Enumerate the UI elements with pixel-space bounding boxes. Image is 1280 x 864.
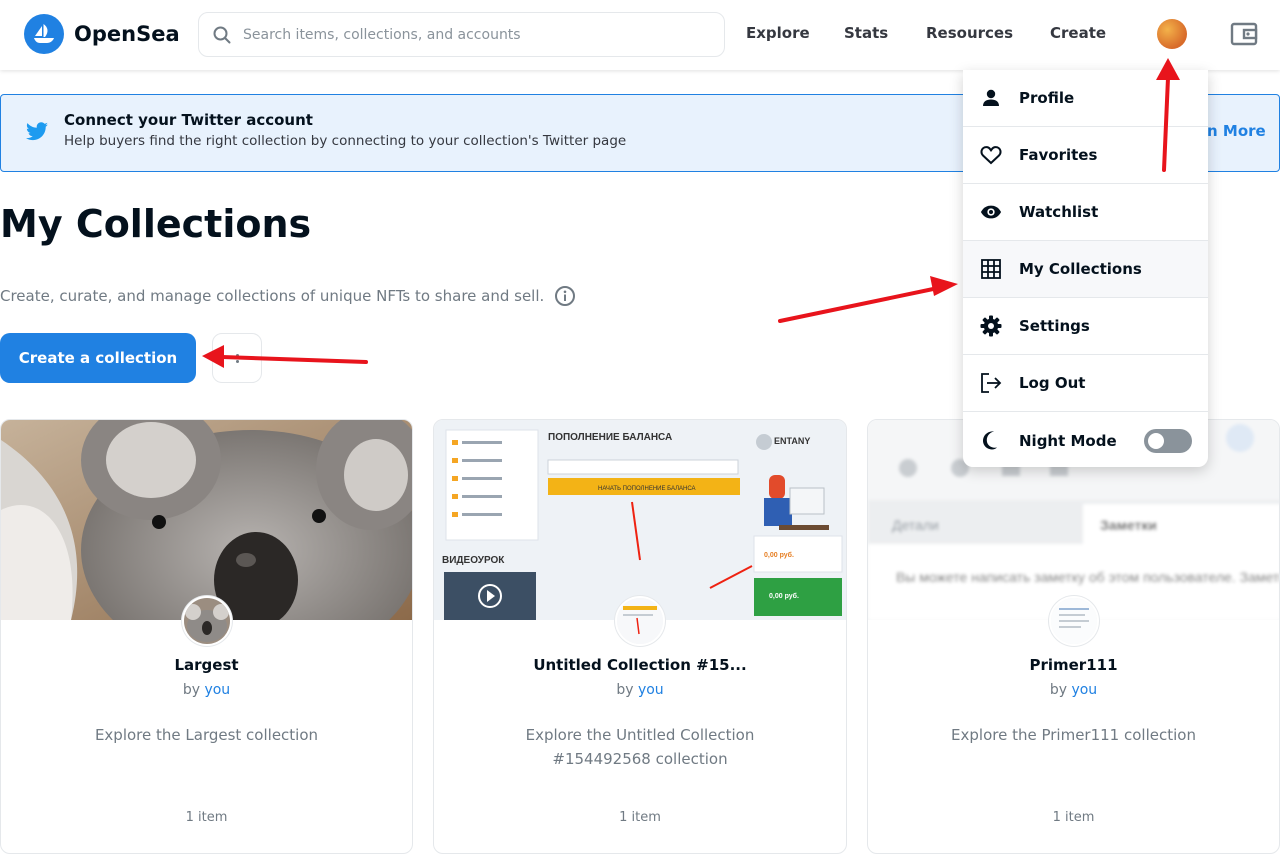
eye-icon <box>980 201 1002 223</box>
banner-learn-more-link[interactable]: n More <box>1207 122 1266 140</box>
menu-item-night-mode[interactable]: Night Mode <box>963 412 1208 467</box>
collection-owner-prefix: by <box>616 682 634 698</box>
brand-name: OpenSea <box>74 22 180 46</box>
banner-tab-text: Детали <box>892 517 939 533</box>
more-options-icon <box>235 353 239 357</box>
top-header: OpenSea Explore Stats Resources Create <box>0 0 1280 70</box>
night-mode-toggle[interactable] <box>1144 429 1192 453</box>
collection-card[interactable]: Детали Заметки Вы можете написать заметк… <box>867 419 1280 854</box>
wallet-icon[interactable] <box>1230 20 1258 52</box>
collection-owner: by you <box>1 682 412 698</box>
collection-name: Primer111 <box>1029 656 1118 674</box>
menu-item-label: Log Out <box>1019 374 1086 392</box>
page-subtitle: Create, curate, and manage collections o… <box>0 285 576 307</box>
collection-description: Explore the Untitled Collection #1544925… <box>525 726 755 768</box>
collection-avatar <box>615 596 665 646</box>
banner-user-text: ENTANY <box>774 436 810 446</box>
banner-balance-text: 0,00 руб. <box>764 551 794 559</box>
account-dropdown-menu: Profile Favorites Watchlist My Collectio… <box>963 70 1208 467</box>
search-icon <box>213 26 231 43</box>
collection-banner-image: ПОПОЛНЕНИЕ БАЛАНСА НАЧАТЬ ПОПОЛНЕНИЕ БАЛ… <box>434 420 846 620</box>
collection-item-count: 1 item <box>1052 810 1095 825</box>
collection-item-count: 1 item <box>185 810 228 825</box>
page-subtitle-text: Create, curate, and manage collections o… <box>0 287 545 305</box>
menu-item-favorites[interactable]: Favorites <box>963 127 1208 184</box>
twitter-icon <box>25 122 49 146</box>
collection-avatar <box>182 596 232 646</box>
collection-banner-image <box>1 420 412 620</box>
menu-item-settings[interactable]: Settings <box>963 298 1208 355</box>
banner-body-text: Вы можете написать заметку об этом польз… <box>896 569 1279 585</box>
menu-item-label: My Collections <box>1019 260 1142 278</box>
menu-item-my-collections[interactable]: My Collections <box>963 241 1208 298</box>
collection-card[interactable]: ПОПОЛНЕНИЕ БАЛАНСА НАЧАТЬ ПОПОЛНЕНИЕ БАЛ… <box>433 419 847 854</box>
info-icon[interactable] <box>554 285 576 307</box>
collection-owner: by you <box>868 682 1279 698</box>
collection-description: Explore the Largest collection <box>94 726 319 744</box>
more-options-dot <box>235 359 239 363</box>
banner-button-text: НАЧАТЬ ПОПОЛНЕНИЕ БАЛАНСА <box>598 486 696 492</box>
nav-stats[interactable]: Stats <box>844 24 888 42</box>
more-options-button[interactable] <box>212 333 262 383</box>
banner-balance-2-text: 0,00 руб. <box>769 592 799 600</box>
menu-item-watchlist[interactable]: Watchlist <box>963 184 1208 241</box>
search-input[interactable] <box>243 26 683 43</box>
banner-tab-2-text: Заметки <box>1100 517 1157 533</box>
collection-owner-link[interactable]: you <box>204 682 230 698</box>
banner-video-text: ВИДЕОУРОК <box>442 555 505 566</box>
menu-item-label: Night Mode <box>1019 431 1117 450</box>
banner-title: Connect your Twitter account <box>64 111 313 129</box>
banner-text: Help buyers find the right collection by… <box>64 133 627 149</box>
gear-icon <box>980 315 1002 337</box>
search-bar[interactable] <box>198 12 725 57</box>
opensea-logo[interactable]: OpenSea <box>24 14 180 54</box>
logout-icon <box>980 372 1002 394</box>
collection-owner: by you <box>434 682 846 698</box>
collection-card[interactable]: Largest by you Explore the Largest colle… <box>0 419 413 854</box>
collection-item-count: 1 item <box>619 810 661 825</box>
menu-item-profile[interactable]: Profile <box>963 70 1208 127</box>
person-icon <box>980 87 1002 109</box>
moon-icon <box>980 429 1002 451</box>
menu-item-label: Watchlist <box>1019 203 1099 221</box>
collection-owner-link[interactable]: you <box>1071 682 1097 698</box>
user-avatar[interactable] <box>1157 19 1187 49</box>
collection-owner-link[interactable]: you <box>638 682 664 698</box>
collection-description: Explore the Primer111 collection <box>951 726 1196 744</box>
collection-avatar <box>1049 596 1099 646</box>
menu-item-label: Profile <box>1019 89 1075 107</box>
heart-icon <box>980 144 1002 166</box>
banner-heading-text: ПОПОЛНЕНИЕ БАЛАНСА <box>548 432 672 443</box>
nav-resources[interactable]: Resources <box>926 24 1013 42</box>
nav-create[interactable]: Create <box>1050 24 1106 42</box>
opensea-logo-icon <box>24 14 64 54</box>
menu-item-label: Favorites <box>1019 146 1098 164</box>
nav-explore[interactable]: Explore <box>746 24 810 42</box>
menu-item-label: Settings <box>1019 317 1090 335</box>
grid-icon <box>980 258 1002 280</box>
page-title: My Collections <box>0 202 312 246</box>
collection-owner-prefix: by <box>182 682 200 698</box>
collection-name: Untitled Collection #15... <box>533 656 747 674</box>
menu-item-log-out[interactable]: Log Out <box>963 355 1208 412</box>
create-collection-button[interactable]: Create a collection <box>0 333 196 383</box>
collection-name: Largest <box>174 656 239 674</box>
collection-owner-prefix: by <box>1049 682 1067 698</box>
